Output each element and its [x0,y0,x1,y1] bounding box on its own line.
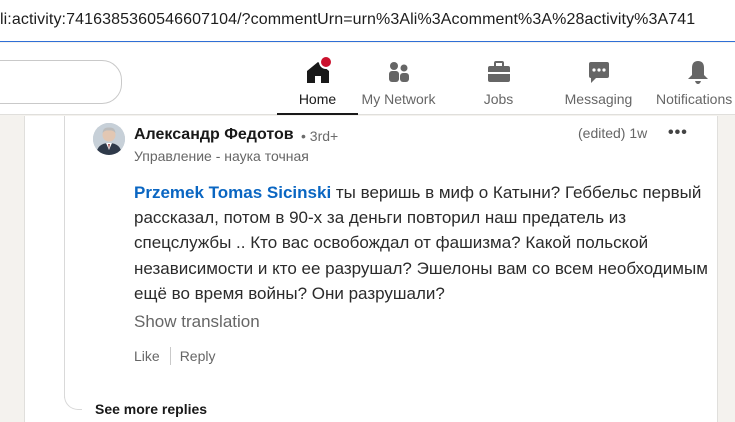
address-url[interactable]: li:activity:7416385360546607104/?comment… [0,11,695,29]
connection-degree: • 3rd+ [301,128,339,144]
home-icon [304,55,333,86]
nav-notifications-label: Notifications [656,91,733,107]
search-input[interactable] [0,60,122,104]
mention-link[interactable]: Przemek Tomas Sicinski [134,183,331,202]
nav-messaging-label: Messaging [564,91,633,107]
browser-address-bar[interactable]: li:activity:7416385360546607104/?comment… [0,0,735,42]
comment-timestamp: (edited) 1w [578,125,648,141]
avatar[interactable] [93,123,125,155]
see-more-replies-button[interactable]: See more replies [95,401,207,417]
nav-home-label: Home [298,91,337,107]
messaging-icon [585,58,613,86]
nav-my-network-label: My Network [361,91,436,107]
nav-my-network[interactable]: My Network [358,43,439,115]
nav-jobs[interactable]: Jobs [458,43,539,115]
nav-notifications[interactable]: Notifications [656,43,735,115]
author-headline: Управление - наука точная [134,148,309,164]
like-button[interactable]: Like [134,348,160,364]
action-divider [169,347,171,366]
show-translation-button[interactable]: Show translation [134,312,260,332]
comment-actions: Like Reply [134,347,215,367]
jobs-icon [485,58,513,86]
nav-messaging[interactable]: Messaging [558,43,639,115]
reply-button[interactable]: Reply [180,348,216,364]
comment-author-name[interactable]: Александр Федотов [134,126,294,144]
more-options-icon[interactable]: ••• [668,124,688,142]
thread-line [64,116,65,398]
notification-dot-icon [318,55,333,69]
comment-body: Przemek Tomas Sicinski ты веришь в миф о… [134,180,709,306]
nav-jobs-label: Jobs [483,91,514,107]
nav-home[interactable]: Home [277,43,358,115]
notifications-icon [684,58,712,86]
my-network-icon [385,58,413,86]
top-navigation: Home My Network Jobs Messaging Notificat… [0,43,735,115]
